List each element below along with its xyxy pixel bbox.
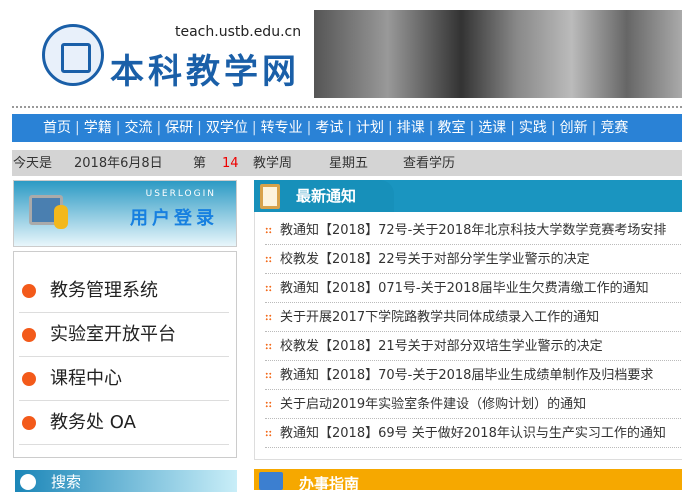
bullet-icon: [22, 372, 36, 386]
nav-item[interactable]: 创新: [560, 120, 588, 136]
notice-header: 最新通知: [254, 180, 682, 212]
notice-item[interactable]: 教通知【2018】70号-关于2018届毕业生成绩单制作及归档要求: [265, 361, 682, 390]
notice-item[interactable]: 校教发【2018】21号关于对部分双培生学业警示的决定: [265, 332, 682, 361]
bullet-icon: [22, 416, 36, 430]
bullet-icon: [265, 401, 272, 408]
guide-title: 办事指南: [299, 475, 360, 493]
bullet-icon: [265, 227, 272, 234]
week-number: 14: [222, 156, 239, 171]
search-title: 搜索: [51, 473, 82, 491]
date: 2018年6月8日: [74, 156, 163, 171]
nav-separator: |: [550, 120, 556, 136]
notice-link[interactable]: 关于启动2019年实验室条件建设（修购计划）的通知: [280, 397, 586, 412]
nav-separator: |: [591, 120, 597, 136]
nav-separator: |: [347, 120, 353, 136]
nav-separator: |: [469, 120, 475, 136]
nav-separator: |: [510, 120, 515, 136]
notice-link[interactable]: 教通知【2018】70号-关于2018届毕业生成绩单制作及归档要求: [280, 368, 653, 383]
notice-link[interactable]: 教通知【2018】72号-关于2018年北京科技大学数学竞赛考场安排: [280, 223, 666, 238]
user-icon: [54, 205, 68, 229]
notice-link[interactable]: 关于开展2017下学院路教学共同体成绩录入工作的通知: [280, 310, 599, 325]
nav-item[interactable]: 竞赛: [600, 120, 628, 136]
nav-separator: |: [197, 120, 202, 136]
today-label: 今天是: [13, 156, 53, 171]
link-label: 实验室开放平台: [50, 324, 176, 345]
notice-title: 最新通知: [296, 187, 357, 205]
link-jwgl[interactable]: 教务管理系统: [19, 269, 229, 313]
bullet-icon: [265, 372, 272, 379]
nav-item[interactable]: 转专业: [261, 120, 303, 136]
link-lab[interactable]: 实验室开放平台: [19, 313, 229, 357]
week-suffix: 教学周: [253, 156, 293, 171]
nav-item[interactable]: 交流: [124, 120, 152, 136]
notice-item[interactable]: 教通知【2018】071号-关于2018届毕业生欠费清缴工作的通知: [265, 274, 682, 303]
nav-item[interactable]: 教室: [437, 120, 465, 136]
main-nav: 首页 | 学籍 | 交流 | 保研 | 双学位 | 转专业 | 考试 | 计划 | 排课 | 教室 | 选课 | 实践 | 创新…: [12, 114, 682, 142]
nav-separator: |: [75, 120, 80, 136]
calendar-link[interactable]: 查看学历: [403, 150, 455, 178]
nav-item[interactable]: 计划: [356, 120, 384, 136]
login-en-label: USERLOGIN: [145, 189, 216, 199]
notice-item[interactable]: 教通知【2018】72号-关于2018年北京科技大学数学竞赛考场安排: [265, 216, 682, 245]
nav-item[interactable]: 学籍: [84, 120, 112, 136]
folder-icon: [259, 472, 283, 490]
nav-item[interactable]: 双学位: [206, 120, 248, 136]
play-icon: [20, 474, 36, 490]
nav-separator: |: [251, 120, 257, 136]
link-oa[interactable]: 教务处 OA: [19, 401, 229, 445]
nav-item[interactable]: 选课: [478, 120, 506, 136]
nav-separator: |: [428, 120, 434, 136]
nav-separator: |: [156, 120, 162, 136]
weekday: 星期五: [329, 156, 369, 171]
link-label: 课程中心: [50, 368, 122, 389]
university-seal-logo[interactable]: [42, 24, 104, 86]
header: teach.ustb.edu.cn 本科教学网: [12, 0, 682, 104]
divider: [12, 106, 682, 110]
site-url: teach.ustb.edu.cn: [175, 24, 302, 40]
nav-separator: |: [115, 120, 121, 136]
bullet-icon: [265, 314, 272, 321]
quick-links: 教务管理系统 实验室开放平台 课程中心 教务处 OA: [13, 251, 237, 458]
notice-link[interactable]: 校教发【2018】21号关于对部分双培生学业警示的决定: [280, 339, 603, 354]
bullet-icon: [22, 284, 36, 298]
notice-item[interactable]: 教通知【2018】69号 关于做好2018年认识与生产实习工作的通知: [265, 419, 682, 448]
date-bar: 今天是 2018年6月8日 第 14 教学周 星期五 查看学历: [12, 150, 682, 176]
notice-link[interactable]: 教通知【2018】071号-关于2018届毕业生欠费清缴工作的通知: [280, 281, 649, 296]
site-name[interactable]: 本科教学网: [110, 44, 300, 93]
login-label: 用户登录: [130, 208, 218, 229]
bullet-icon: [22, 328, 36, 342]
nav-separator: |: [388, 120, 393, 136]
notice-tab[interactable]: 最新通知: [254, 180, 394, 212]
link-course-center[interactable]: 课程中心: [19, 357, 229, 401]
notice-link[interactable]: 校教发【2018】22号关于对部分学生学业警示的决定: [280, 252, 590, 267]
link-label: 教务管理系统: [50, 280, 158, 301]
bullet-icon: [265, 343, 272, 350]
nav-item[interactable]: 首页: [43, 120, 71, 136]
notice-item[interactable]: 关于开展2017下学院路教学共同体成绩录入工作的通知: [265, 303, 682, 332]
notice-item[interactable]: 关于启动2019年实验室条件建设（修购计划）的通知: [265, 390, 682, 419]
clipboard-icon: [260, 184, 280, 209]
header-banner-photos: [314, 10, 682, 98]
nav-item[interactable]: 排课: [397, 120, 425, 136]
nav-separator: |: [306, 120, 312, 136]
week-prefix: 第: [193, 156, 207, 171]
notice-link[interactable]: 教通知【2018】69号 关于做好2018年认识与生产实习工作的通知: [280, 426, 666, 441]
notice-item[interactable]: 校教发【2018】22号关于对部分学生学业警示的决定: [265, 245, 682, 274]
notice-list: 教通知【2018】72号-关于2018年北京科技大学数学竞赛考场安排 校教发【20…: [254, 212, 682, 460]
link-label: 教务处 OA: [50, 412, 136, 433]
bullet-icon: [265, 256, 272, 263]
nav-item[interactable]: 考试: [315, 120, 343, 136]
bullet-icon: [265, 430, 272, 437]
nav-item[interactable]: 保研: [165, 120, 193, 136]
bullet-icon: [265, 285, 272, 292]
nav-item[interactable]: 实践: [519, 120, 547, 136]
guide-panel-header[interactable]: 办事指南: [254, 469, 682, 493]
user-login-banner[interactable]: USERLOGIN 用户登录: [13, 180, 237, 247]
search-panel-header[interactable]: 搜索: [15, 470, 237, 492]
